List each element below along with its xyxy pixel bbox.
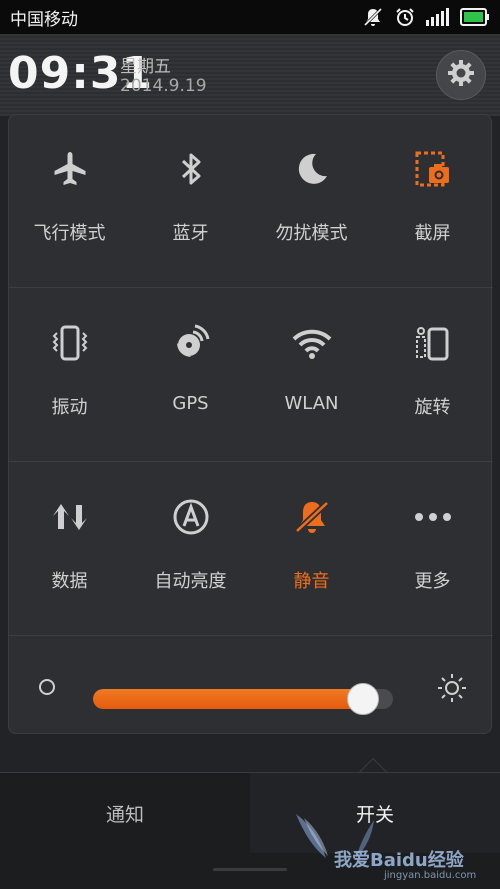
toggle-screenshot[interactable]: 截屏 [372,115,493,287]
toggle-label: 振动 [51,397,88,418]
wifi-icon [290,321,334,365]
toggle-row: 数据 自动亮度 静音 更多 [9,463,493,635]
brightness-control [9,639,493,735]
divider [9,287,493,288]
toggle-label: 蓝牙 [172,223,209,244]
toggle-airplane-mode[interactable]: 飞行模式 [9,115,130,287]
status-bar: 中国移动 [0,0,500,34]
toggle-row: 飞行模式 蓝牙 勿扰模式 截屏 [9,115,493,287]
screenshot-icon [411,147,455,191]
toggle-label: 数据 [51,571,88,592]
toggle-gps[interactable]: GPS [130,289,251,461]
toggle-label: 更多 [414,571,451,592]
toggle-do-not-disturb[interactable]: 勿扰模式 [251,115,372,287]
drag-handle[interactable] [213,868,287,871]
divider [9,461,493,462]
toggle-auto-brightness[interactable]: 自动亮度 [130,463,251,635]
status-icons [362,6,490,28]
toggle-label: WLAN [284,393,339,414]
watermark-url: jingyan.baidu.com [384,870,477,881]
toggle-silent[interactable]: 静音 [251,463,372,635]
airplane-icon [48,147,92,191]
data-icon [48,495,92,539]
vibrate-icon [48,321,92,365]
brightness-icon [437,673,467,707]
toggle-label: 截屏 [414,223,451,244]
toggle-data[interactable]: 数据 [9,463,130,635]
notification-header: 09:31 星期五 2014.9.19 [0,34,500,116]
toggle-label: 飞行模式 [33,223,106,244]
bluetooth-icon [169,147,213,191]
rotate-icon [411,321,455,365]
moon-icon [290,147,334,191]
gear-icon [447,59,475,91]
more-icon [411,495,455,539]
settings-button[interactable] [436,50,486,100]
carrier-name: 中国移动 [10,9,78,30]
toggle-rotate[interactable]: 旋转 [372,289,493,461]
mute-icon [362,6,384,28]
toggle-row: 振动 GPS WLAN 旋转 [9,289,493,461]
toggle-label: 静音 [293,571,330,592]
toggle-label: GPS [172,393,209,414]
divider [9,635,493,636]
toggle-wlan[interactable]: WLAN [251,289,372,461]
tab-notifications[interactable]: 通知 [0,773,250,853]
date: 2014.9.19 [120,76,207,96]
toggle-label: 旋转 [414,397,451,418]
toggle-vibrate[interactable]: 振动 [9,289,130,461]
brightness-thumb[interactable] [347,683,379,715]
alarm-icon [394,6,416,28]
battery-icon [460,8,490,26]
toggle-label: 勿扰模式 [275,223,348,244]
signal-icon [426,8,450,26]
mute-bell-icon [290,495,334,539]
weekday: 星期五 [120,57,171,77]
dim-icon [37,677,57,701]
watermark-text: 我爱Baidu经验 [334,850,464,871]
toggle-label: 自动亮度 [154,571,227,592]
toggle-bluetooth[interactable]: 蓝牙 [130,115,251,287]
brightness-fill [93,689,363,709]
auto-brightness-icon [169,495,213,539]
gps-icon [169,321,213,365]
toggle-panel: 飞行模式 蓝牙 勿扰模式 截屏 振动 GPS WLAN 旋转 数据 自动亮度 静… [8,114,493,735]
toggle-more[interactable]: 更多 [372,463,493,635]
